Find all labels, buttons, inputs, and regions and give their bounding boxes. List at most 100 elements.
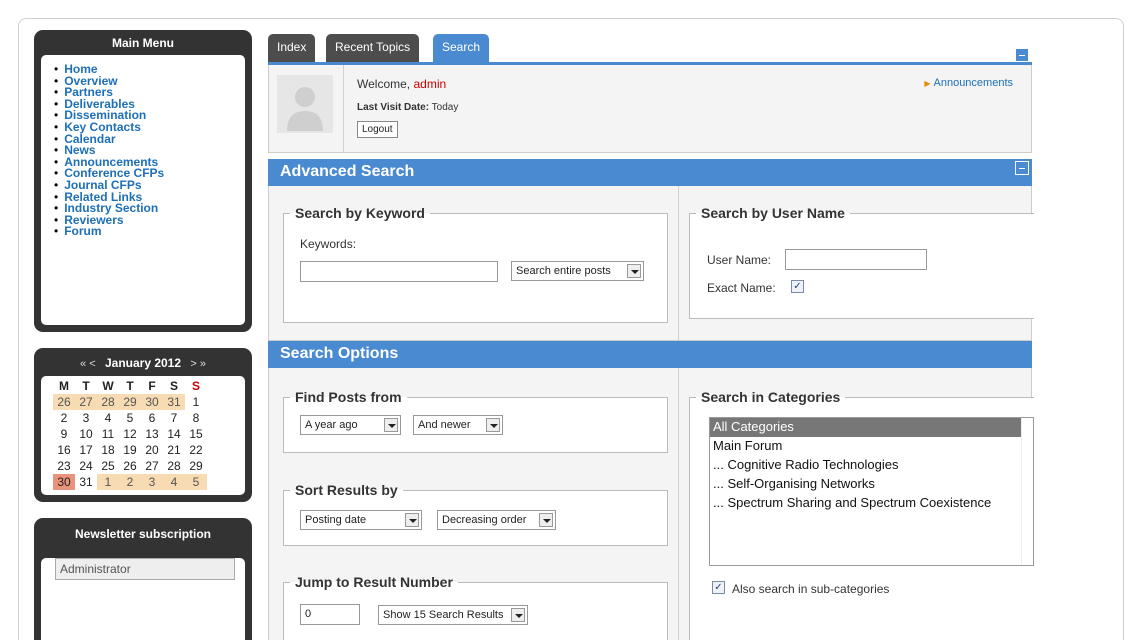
calendar-day[interactable]: 22 bbox=[185, 442, 207, 458]
calendar-weekday: S bbox=[191, 379, 200, 393]
category-option[interactable]: All Categories bbox=[710, 418, 1033, 437]
calendar-next-button[interactable]: > » bbox=[190, 358, 206, 370]
results-per-page-select[interactable]: Show 15 Search Results bbox=[378, 605, 528, 625]
calendar-day[interactable]: 21 bbox=[163, 442, 185, 458]
collapse-advanced-icon[interactable] bbox=[1015, 161, 1029, 175]
tab-index[interactable]: Index bbox=[268, 34, 316, 62]
calendar-day[interactable]: 20 bbox=[141, 442, 163, 458]
calendar-day[interactable]: 23 bbox=[53, 458, 75, 474]
calendar-week: 23 24 25 26 27 28 29 bbox=[53, 458, 233, 474]
time-range-select[interactable]: A year ago bbox=[300, 415, 401, 435]
calendar-day[interactable]: 19 bbox=[119, 442, 141, 458]
calendar-day[interactable]: 12 bbox=[119, 426, 141, 442]
calendar-day[interactable]: 4 bbox=[163, 474, 185, 490]
tab-search[interactable]: Search bbox=[433, 34, 490, 62]
categories-list[interactable]: All Categories Main Forum... Cognitive Ra… bbox=[709, 417, 1034, 566]
calendar-day[interactable]: 26 bbox=[119, 458, 141, 474]
column-divider bbox=[678, 186, 679, 340]
jump-input[interactable]: 0 bbox=[300, 604, 360, 625]
chevron-down-icon bbox=[384, 418, 398, 432]
category-option[interactable]: ... Spectrum Sharing and Spectrum Coexis… bbox=[710, 494, 1033, 513]
calendar-day[interactable]: 30 bbox=[141, 394, 163, 410]
calendar-day[interactable]: 10 bbox=[75, 426, 97, 442]
calendar-prev-button[interactable]: « < bbox=[80, 358, 96, 370]
calendar-day[interactable]: 29 bbox=[185, 458, 207, 474]
calendar-day[interactable]: 26 bbox=[53, 394, 75, 410]
calendar-day[interactable]: 4 bbox=[97, 410, 119, 426]
left-sidebar: Main Menu HomeOverviewPartnersDeliverabl… bbox=[34, 30, 252, 640]
calendar-day[interactable]: 14 bbox=[163, 426, 185, 442]
calendar-day[interactable]: 1 bbox=[185, 394, 207, 410]
announcements-link[interactable]: ▶ Announcements bbox=[924, 77, 1013, 89]
calendar-day[interactable]: 18 bbox=[97, 442, 119, 458]
calendar-weekday: M bbox=[59, 379, 69, 393]
calendar-day[interactable]: 28 bbox=[97, 394, 119, 410]
chevron-down-icon bbox=[539, 513, 553, 527]
calendar-day[interactable]: 11 bbox=[97, 426, 119, 442]
calendar-day-today[interactable]: 30 bbox=[53, 474, 75, 490]
calendar-day[interactable]: 13 bbox=[141, 426, 163, 442]
keywords-input[interactable] bbox=[300, 261, 498, 282]
calendar-day[interactable]: 2 bbox=[53, 410, 75, 426]
calendar-box: « < January 2012 > » M T W T F S S 26 27 28 29 30 31… bbox=[34, 348, 252, 502]
calendar-day[interactable]: 3 bbox=[141, 474, 163, 490]
calendar-day[interactable]: 31 bbox=[163, 394, 185, 410]
calendar-weekday: W bbox=[102, 379, 114, 393]
username-input[interactable] bbox=[785, 249, 927, 270]
calendar-day[interactable]: 27 bbox=[141, 458, 163, 474]
calendar-day[interactable]: 2 bbox=[119, 474, 141, 490]
newsletter-name-field[interactable]: Administrator bbox=[55, 558, 235, 580]
calendar-day[interactable]: 29 bbox=[119, 394, 141, 410]
exact-name-checkbox[interactable]: ✓ bbox=[791, 280, 804, 293]
calendar-weekday: T bbox=[82, 379, 90, 393]
calendar-day[interactable]: 1 bbox=[97, 474, 119, 490]
calendar-day[interactable]: 15 bbox=[185, 426, 207, 442]
chevron-down-icon bbox=[486, 418, 500, 432]
calendar-day[interactable]: 9 bbox=[53, 426, 75, 442]
calendar-week: 2345678 bbox=[53, 410, 233, 426]
time-direction-select[interactable]: And newer bbox=[413, 415, 503, 435]
search-options-panel: Find Posts from A year ago And newer Sor… bbox=[268, 368, 1034, 640]
calendar-day[interactable]: 17 bbox=[75, 442, 97, 458]
keyword-legend: Search by Keyword bbox=[295, 205, 425, 221]
menu-item[interactable]: Forum bbox=[54, 224, 239, 238]
calendar-day[interactable]: 31 bbox=[75, 474, 97, 490]
calendar-week: 16 17 18 19 20 21 22 bbox=[53, 442, 233, 458]
announcements-label: Announcements bbox=[933, 77, 1014, 89]
calendar-day[interactable]: 27 bbox=[75, 394, 97, 410]
forum-tabs: Index Recent Topics Search bbox=[268, 34, 1032, 62]
search-scope-select[interactable]: Search entire posts bbox=[511, 261, 644, 281]
collapse-icon[interactable] bbox=[1015, 48, 1029, 62]
calendar-day[interactable]: 16 bbox=[53, 442, 75, 458]
newsletter-box: Newsletter subscription Administrator bbox=[34, 518, 252, 640]
calendar-day[interactable]: 5 bbox=[185, 474, 207, 490]
calendar-day[interactable]: 7 bbox=[163, 410, 185, 426]
results-per-page-value: Show 15 Search Results bbox=[383, 609, 504, 621]
chevron-down-icon bbox=[405, 513, 419, 527]
calendar-day[interactable]: 3 bbox=[75, 410, 97, 426]
sort-field-value: Posting date bbox=[305, 514, 367, 526]
main-menu-title: Main Menu bbox=[112, 36, 174, 50]
menu-item-link[interactable]: Forum bbox=[64, 224, 101, 238]
calendar-day[interactable]: 5 bbox=[119, 410, 141, 426]
calendar-day[interactable]: 6 bbox=[141, 410, 163, 426]
category-option[interactable]: Main Forum bbox=[710, 437, 1033, 456]
categories-scrollbar[interactable] bbox=[1021, 418, 1033, 565]
last-visit: Last Visit Date: Today bbox=[357, 102, 458, 113]
jump-fieldset: Jump to Result Number 0 Show 15 Search R… bbox=[283, 574, 668, 640]
calendar-day[interactable]: 24 bbox=[75, 458, 97, 474]
calendar-day[interactable]: 25 bbox=[97, 458, 119, 474]
category-option[interactable]: ... Cognitive Radio Technologies bbox=[710, 456, 1033, 475]
calendar-day[interactable]: 28 bbox=[163, 458, 185, 474]
calendar-week: 30 31 1 2 3 4 5 bbox=[53, 474, 233, 490]
sort-order-select[interactable]: Decreasing order bbox=[437, 510, 556, 530]
welcome-username[interactable]: admin bbox=[413, 77, 446, 91]
tab-recent-topics[interactable]: Recent Topics bbox=[326, 34, 420, 62]
username-fieldset: Search by User Name User Name: Exact Nam… bbox=[689, 205, 1034, 319]
sort-field-select[interactable]: Posting date bbox=[300, 510, 422, 530]
subcategories-checkbox[interactable]: ✓ bbox=[712, 581, 725, 594]
calendar-day[interactable]: 8 bbox=[185, 410, 207, 426]
logout-button[interactable]: Logout bbox=[357, 121, 398, 138]
category-option[interactable]: ... Self-Organising Networks bbox=[710, 475, 1033, 494]
calendar-week: 9 10 11 12 13 14 15 bbox=[53, 426, 233, 442]
